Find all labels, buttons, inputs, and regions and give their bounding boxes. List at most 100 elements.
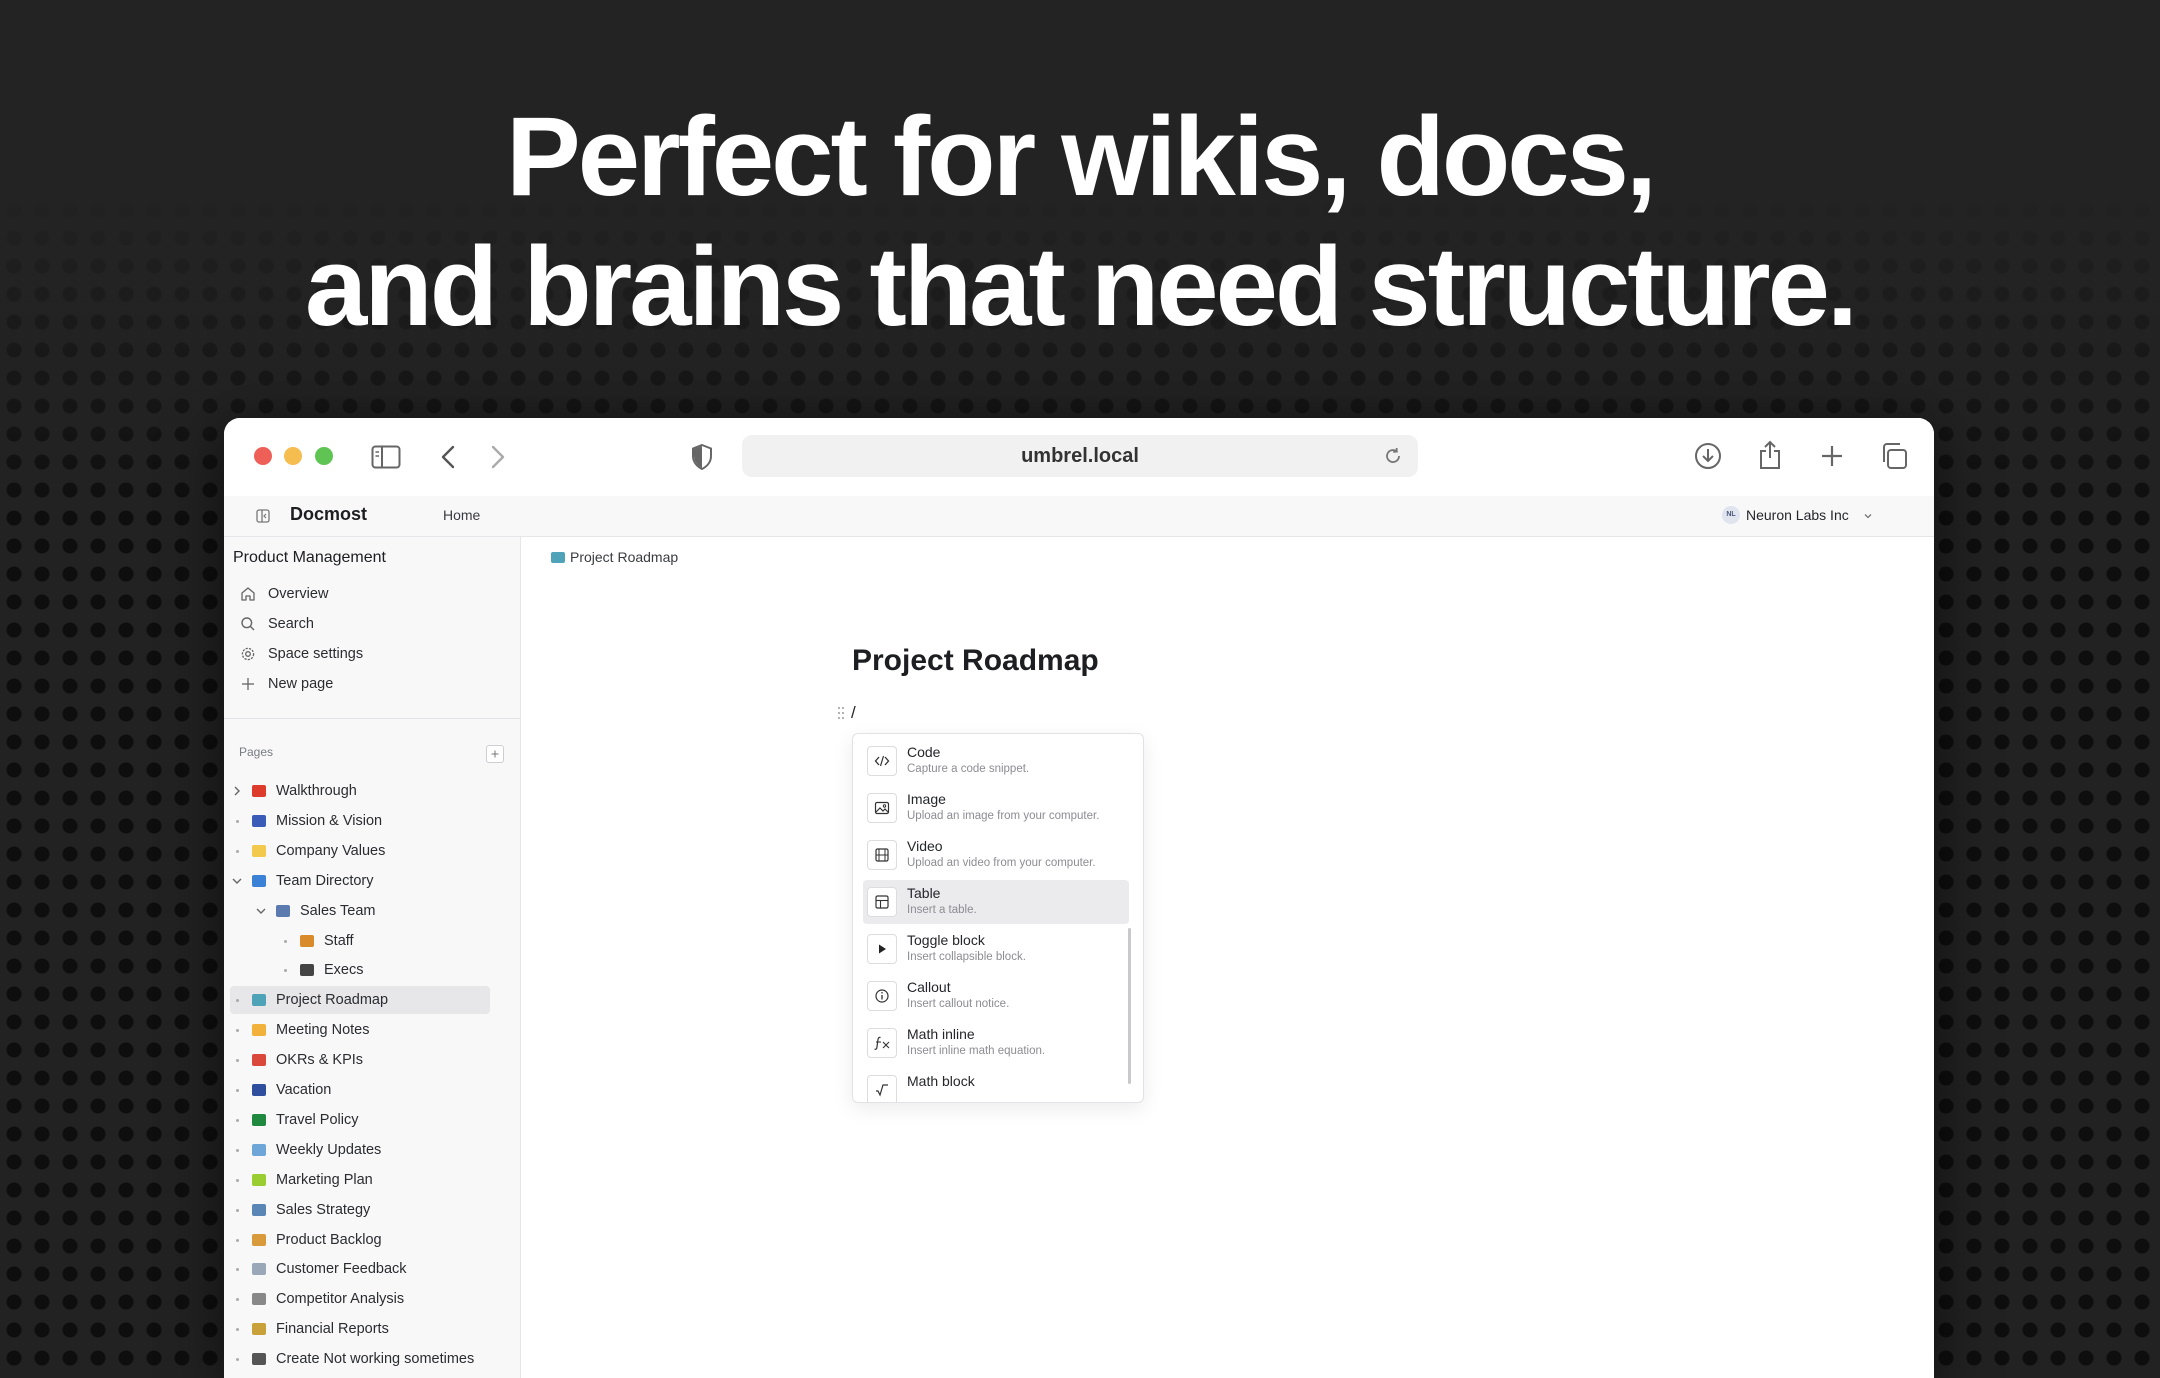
- bullet-icon: [230, 814, 244, 828]
- page-tree-item[interactable]: Staff: [278, 927, 508, 955]
- menu-item-description: Insert a table.: [907, 904, 977, 916]
- page-tree-label: Financial Reports: [276, 1321, 389, 1337]
- shield-icon[interactable]: [688, 442, 716, 472]
- page-emoji-icon: [252, 1204, 266, 1216]
- home-icon: [238, 584, 258, 604]
- sidebar-item-space-settings[interactable]: Space settings: [233, 640, 513, 668]
- page-tree-item[interactable]: Team Directory: [230, 867, 508, 895]
- sidebar-collapse-icon[interactable]: [254, 507, 272, 525]
- page-tree-item[interactable]: OKRs & KPIs: [230, 1046, 508, 1074]
- page-emoji-icon: [252, 1263, 266, 1275]
- chevron-down-icon[interactable]: [230, 874, 244, 888]
- page-tree-item[interactable]: Travel Policy: [230, 1106, 508, 1134]
- bullet-icon: [230, 1352, 244, 1366]
- share-icon[interactable]: [1754, 438, 1786, 472]
- menu-item-video[interactable]: Video Upload an video from your computer…: [863, 833, 1129, 877]
- forward-icon[interactable]: [486, 442, 510, 472]
- page-tree-label: Weekly Updates: [276, 1142, 381, 1158]
- app-header: Docmost Home NL Neuron Labs Inc: [224, 496, 1934, 537]
- pages-heading: Pages: [239, 745, 273, 759]
- drag-handle-icon[interactable]: [836, 705, 846, 721]
- page-tree-item[interactable]: Vacation: [230, 1076, 508, 1104]
- minimize-window-button[interactable]: [284, 447, 302, 465]
- menu-scrollbar[interactable]: [1128, 928, 1131, 1084]
- page-tree-item[interactable]: Sales Team: [254, 897, 508, 925]
- menu-item-toggle-block[interactable]: Toggle block Insert collapsible block.: [863, 927, 1129, 971]
- menu-item-description: Upload an video from your computer.: [907, 857, 1096, 869]
- page-emoji-icon: [252, 1174, 266, 1186]
- sidebar-item-search[interactable]: Search: [233, 610, 513, 638]
- page-tree-item[interactable]: Meeting Notes: [230, 1016, 508, 1044]
- video-icon: [867, 840, 897, 870]
- tab-overview-icon[interactable]: [1878, 440, 1910, 472]
- menu-item-title: Code: [907, 744, 940, 760]
- sidebar-toggle-icon[interactable]: [370, 442, 402, 472]
- breadcrumb-emoji-icon: [551, 552, 565, 563]
- table-icon: [867, 887, 897, 917]
- space-name[interactable]: Product Management: [233, 549, 386, 567]
- menu-item-code[interactable]: Code Capture a code snippet.: [863, 739, 1129, 783]
- code-icon: [867, 746, 897, 776]
- menu-item-math-block[interactable]: Math block: [863, 1068, 1129, 1103]
- page-tree-item[interactable]: Competitor Analysis: [230, 1285, 508, 1313]
- bullet-icon: [230, 993, 244, 1007]
- page-tree-item[interactable]: Financial Reports: [230, 1315, 508, 1343]
- back-icon[interactable]: [436, 442, 460, 472]
- page-tree-item[interactable]: Execs: [278, 956, 508, 984]
- url-text: umbrel.local: [742, 435, 1418, 477]
- page-tree-item[interactable]: Mission & Vision: [230, 807, 508, 835]
- page-emoji-icon: [252, 1323, 266, 1335]
- bullet-icon: [230, 1292, 244, 1306]
- page-tree-item[interactable]: Customer Feedback: [230, 1255, 508, 1283]
- downloads-icon[interactable]: [1692, 440, 1724, 472]
- bullet-icon: [230, 1203, 244, 1217]
- headline-line-2: and brains that need structure.: [0, 222, 2160, 352]
- page-tree-item[interactable]: Create Not working sometimes: [230, 1345, 508, 1373]
- address-bar[interactable]: umbrel.local: [742, 435, 1418, 477]
- bullet-icon: [230, 1053, 244, 1067]
- zoom-window-button[interactable]: [315, 447, 333, 465]
- bullet-icon: [230, 1083, 244, 1097]
- reload-icon[interactable]: [1382, 445, 1404, 467]
- page-tree-item[interactable]: Sales Strategy: [230, 1196, 508, 1224]
- menu-item-table[interactable]: Table Insert a table.: [863, 880, 1129, 924]
- page-tree-item[interactable]: Company Values: [230, 837, 508, 865]
- page-tree-item[interactable]: Project Roadmap: [230, 986, 490, 1014]
- page-emoji-icon: [252, 785, 266, 797]
- sidebar-item-new-page[interactable]: New page: [233, 670, 513, 698]
- page-tree-item[interactable]: Marketing Plan: [230, 1166, 508, 1194]
- menu-item-image[interactable]: Image Upload an image from your computer…: [863, 786, 1129, 830]
- new-tab-icon[interactable]: [1816, 440, 1848, 472]
- menu-item-description: Capture a code snippet.: [907, 763, 1029, 775]
- page-emoji-icon: [252, 994, 266, 1006]
- sidebar-divider: [224, 718, 520, 719]
- workspace-switcher[interactable]: NL Neuron Labs Inc: [1722, 505, 1934, 527]
- page-emoji-icon: [252, 1234, 266, 1246]
- bullet-icon: [230, 844, 244, 858]
- menu-item-callout[interactable]: Callout Insert callout notice.: [863, 974, 1129, 1018]
- menu-item-title: Table: [907, 885, 940, 901]
- close-window-button[interactable]: [254, 447, 272, 465]
- breadcrumb[interactable]: Project Roadmap: [570, 549, 678, 565]
- chevron-right-icon[interactable]: [230, 784, 244, 798]
- page-tree-label: Staff: [324, 933, 354, 949]
- chevron-down-icon[interactable]: [254, 904, 268, 918]
- page-emoji-icon: [252, 1084, 266, 1096]
- image-icon: [867, 793, 897, 823]
- menu-item-title: Image: [907, 791, 946, 807]
- menu-item-title: Video: [907, 838, 943, 854]
- page-tree-item[interactable]: Walkthrough: [230, 777, 508, 805]
- page-emoji-icon: [252, 845, 266, 857]
- sidebar-item-label: Space settings: [268, 646, 363, 662]
- add-page-button[interactable]: [486, 745, 504, 763]
- slash-command-text[interactable]: /: [851, 703, 856, 723]
- app-logo[interactable]: Docmost: [290, 504, 367, 525]
- page-tree-item[interactable]: Weekly Updates: [230, 1136, 508, 1164]
- menu-item-math-inline[interactable]: Math inline Insert inline math equation.: [863, 1021, 1129, 1065]
- home-link[interactable]: Home: [443, 507, 480, 523]
- page-tree-item[interactable]: Product Backlog: [230, 1226, 508, 1254]
- sidebar-item-label: New page: [268, 676, 333, 692]
- page-title[interactable]: Project Roadmap: [852, 644, 1099, 678]
- page-tree-label: Competitor Analysis: [276, 1291, 404, 1307]
- sidebar-item-overview[interactable]: Overview: [233, 580, 513, 608]
